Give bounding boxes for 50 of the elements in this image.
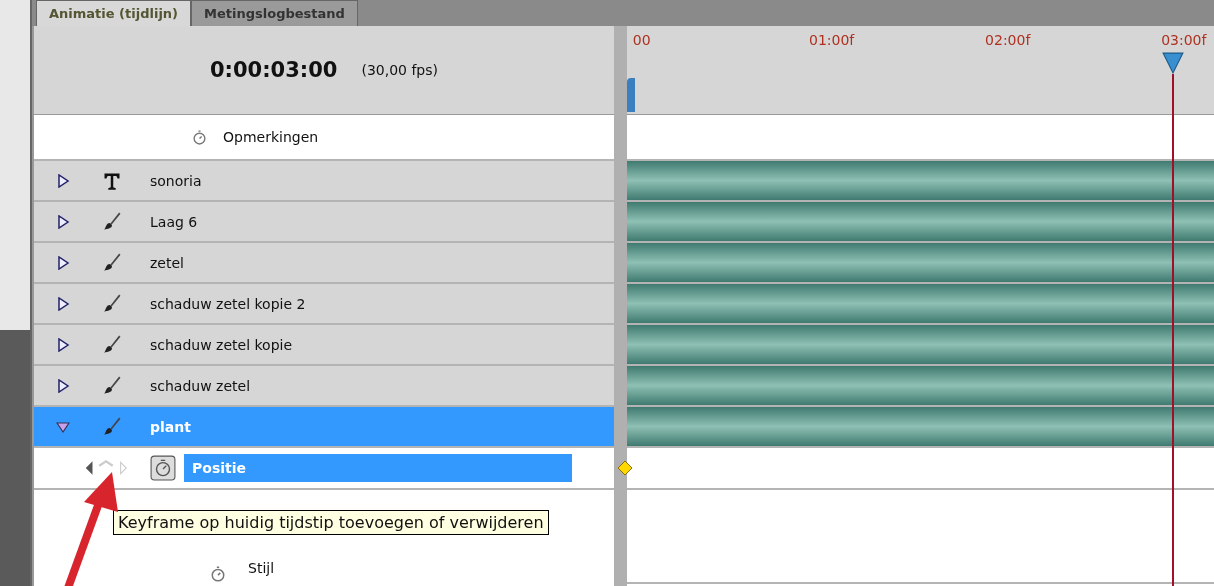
ruler-label: 01:00f [808, 32, 855, 48]
work-area-handle[interactable] [627, 78, 635, 112]
layer-name: schaduw zetel [150, 377, 251, 394]
timecode: 0:00:03:00 [209, 58, 338, 82]
property-name[interactable]: Stijl [240, 554, 283, 582]
layer-name: schaduw zetel kopie 2 [150, 295, 306, 312]
layer-duration-bar[interactable] [627, 161, 1214, 200]
panel-tab[interactable]: Metingslogbestand [191, 0, 358, 26]
disclosure-triangle-icon[interactable] [56, 214, 70, 229]
layer-name: sonoria [150, 172, 202, 189]
layer-row[interactable]: schaduw zetel kopie 2 [34, 284, 614, 325]
playhead-handle[interactable] [1161, 52, 1184, 74]
panel-tab[interactable]: Animatie (tijdlijn) [36, 0, 192, 26]
layer-row[interactable]: sonoria [34, 161, 614, 202]
layer-duration-bar[interactable] [627, 284, 1214, 323]
frame-rate: (30,00 fps) [361, 62, 438, 78]
disclosure-triangle-icon[interactable] [56, 173, 70, 188]
disclosure-triangle-icon[interactable] [56, 419, 70, 434]
comments-label: Opmerkingen [223, 129, 319, 145]
brush-icon [102, 334, 122, 355]
layer-row[interactable]: zetel [34, 243, 614, 284]
layer-name: Laag 6 [150, 213, 198, 230]
layer-row[interactable]: Laag 6 [34, 202, 614, 243]
ruler-label: 03:00f [1161, 32, 1207, 48]
stopwatch-icon[interactable] [192, 129, 207, 145]
stopwatch-button[interactable] [150, 455, 176, 481]
disclosure-triangle-icon[interactable] [56, 378, 70, 393]
brush-icon [102, 416, 122, 437]
brush-icon [102, 252, 122, 273]
layer-duration-bar[interactable] [627, 325, 1214, 364]
layer-name: plant [150, 418, 191, 435]
layer-duration-bar[interactable] [627, 407, 1214, 446]
ruler-label: 02:00f [985, 32, 1031, 48]
tooltip: Keyframe op huidig tijdstip toevoegen of verwijderen [113, 510, 549, 535]
layer-name: zetel [150, 254, 184, 271]
layer-name: schaduw zetel kopie [150, 336, 293, 353]
brush-icon [102, 211, 122, 232]
layer-duration-bar[interactable] [627, 202, 1214, 241]
disclosure-triangle-icon[interactable] [56, 337, 70, 352]
ruler-label: 00 [632, 32, 651, 48]
layer-row[interactable]: schaduw zetel kopie [34, 325, 614, 366]
stopwatch-icon[interactable] [210, 566, 226, 582]
layer-duration-bar[interactable] [627, 366, 1214, 405]
keyframe-diamond-icon[interactable] [617, 460, 633, 476]
disclosure-triangle-icon[interactable] [56, 296, 70, 311]
brush-icon [102, 293, 122, 314]
disclosure-triangle-icon[interactable] [56, 255, 70, 270]
time-ruler[interactable]: 00 01:00f 02:00f 03:00f [627, 26, 1214, 115]
layer-duration-bar[interactable] [627, 243, 1214, 282]
brush-icon [102, 375, 122, 396]
